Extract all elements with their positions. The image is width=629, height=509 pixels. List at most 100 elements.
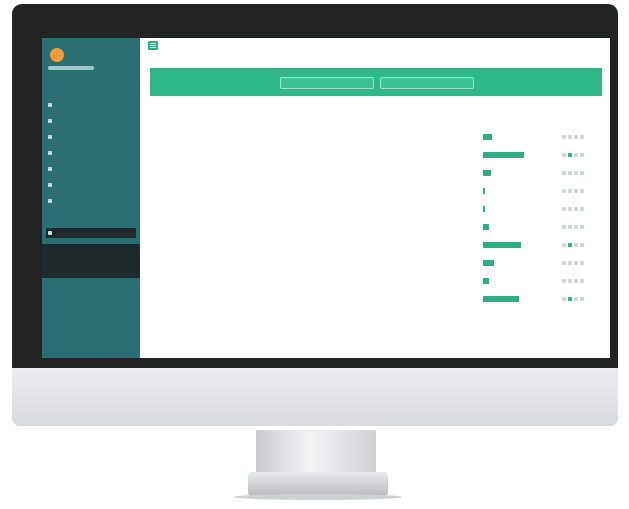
column-header-name[interactable] xyxy=(160,116,326,128)
more-icon[interactable] xyxy=(579,297,584,302)
delete-icon[interactable] xyxy=(573,297,578,302)
cell-progress xyxy=(482,146,545,164)
view-icon[interactable] xyxy=(561,153,566,158)
view-icon[interactable] xyxy=(561,171,566,176)
edit-icon[interactable] xyxy=(567,135,572,140)
edit-icon[interactable] xyxy=(567,297,572,302)
cell-type xyxy=(326,218,394,236)
progress-bar xyxy=(483,188,486,194)
cell-date xyxy=(393,128,482,146)
banner-button-primary[interactable] xyxy=(280,77,374,89)
cell-date xyxy=(393,200,482,218)
delete-icon[interactable] xyxy=(573,189,578,194)
column-header-date[interactable] xyxy=(393,116,482,128)
cell-type xyxy=(326,290,394,308)
delete-icon[interactable] xyxy=(573,279,578,284)
progress-bar xyxy=(483,134,493,140)
table-row[interactable] xyxy=(160,200,600,218)
sidebar-item-6[interactable] xyxy=(46,196,136,206)
cell-type xyxy=(326,272,394,290)
sidebar-item-9[interactable] xyxy=(46,260,136,270)
view-icon[interactable] xyxy=(561,279,566,284)
brand-name xyxy=(48,66,94,70)
sidebar-item-7[interactable] xyxy=(46,228,136,238)
more-icon[interactable] xyxy=(579,225,584,230)
header-banner xyxy=(150,68,602,96)
cell-progress xyxy=(482,290,545,308)
sidebar-item-3[interactable] xyxy=(46,148,136,158)
table-row[interactable] xyxy=(160,218,600,236)
cell-date xyxy=(393,146,482,164)
cell-date xyxy=(393,236,482,254)
view-icon[interactable] xyxy=(561,189,566,194)
more-icon[interactable] xyxy=(579,153,584,158)
more-icon[interactable] xyxy=(579,189,584,194)
user-icon xyxy=(48,167,52,171)
banner-button-secondary[interactable] xyxy=(380,77,474,89)
progress-bar xyxy=(483,242,522,248)
table-row[interactable] xyxy=(160,182,600,200)
edit-icon[interactable] xyxy=(567,207,572,212)
settings-icon xyxy=(48,183,52,187)
progress-bar xyxy=(483,206,486,212)
view-icon[interactable] xyxy=(561,297,566,302)
sidebar-item-4[interactable] xyxy=(46,164,136,174)
table-row[interactable] xyxy=(160,254,600,272)
cell-type xyxy=(326,164,394,182)
edit-icon[interactable] xyxy=(567,171,572,176)
column-header-progress[interactable] xyxy=(482,116,545,128)
edit-icon[interactable] xyxy=(567,225,572,230)
cell-name xyxy=(160,182,326,200)
sidebar-item-5[interactable] xyxy=(46,180,136,190)
more-icon[interactable] xyxy=(579,279,584,284)
cell-progress xyxy=(482,236,545,254)
column-header-type[interactable] xyxy=(326,116,394,128)
table-row[interactable] xyxy=(160,272,600,290)
delete-icon[interactable] xyxy=(573,243,578,248)
cell-type xyxy=(326,128,394,146)
cell-date xyxy=(393,218,482,236)
cell-progress xyxy=(482,182,545,200)
edit-icon[interactable] xyxy=(567,189,572,194)
table-row[interactable] xyxy=(160,128,600,146)
cell-name xyxy=(160,236,326,254)
sidebar-item-2[interactable] xyxy=(46,132,136,142)
edit-icon[interactable] xyxy=(567,279,572,284)
cell-name xyxy=(160,290,326,308)
menu-toggle-button[interactable] xyxy=(148,41,158,50)
view-icon[interactable] xyxy=(561,207,566,212)
more-icon[interactable] xyxy=(579,261,584,266)
sidebar-item-0[interactable] xyxy=(46,100,136,110)
view-icon[interactable] xyxy=(561,135,566,140)
more-icon[interactable] xyxy=(579,171,584,176)
view-icon[interactable] xyxy=(561,261,566,266)
table-row[interactable] xyxy=(160,236,600,254)
more-icon[interactable] xyxy=(579,135,584,140)
more-icon[interactable] xyxy=(579,207,584,212)
cell-progress xyxy=(482,254,545,272)
table-row[interactable] xyxy=(160,164,600,182)
view-icon[interactable] xyxy=(561,243,566,248)
edit-icon[interactable] xyxy=(567,261,572,266)
delete-icon[interactable] xyxy=(573,135,578,140)
projects-table xyxy=(160,116,600,308)
delete-icon[interactable] xyxy=(573,261,578,266)
delete-icon[interactable] xyxy=(573,171,578,176)
avatar[interactable] xyxy=(50,48,64,62)
cell-actions xyxy=(546,272,601,290)
edit-icon[interactable] xyxy=(567,153,572,158)
edit-icon[interactable] xyxy=(567,243,572,248)
sidebar-item-1[interactable] xyxy=(46,116,136,126)
table-row[interactable] xyxy=(160,290,600,308)
table-row[interactable] xyxy=(160,146,600,164)
sidebar-item-8[interactable] xyxy=(46,244,136,254)
delete-icon[interactable] xyxy=(573,225,578,230)
delete-icon[interactable] xyxy=(573,153,578,158)
cell-date xyxy=(393,164,482,182)
more-icon[interactable] xyxy=(579,243,584,248)
calendar-icon xyxy=(48,135,52,139)
view-icon[interactable] xyxy=(561,225,566,230)
cell-progress xyxy=(482,272,545,290)
delete-icon[interactable] xyxy=(573,207,578,212)
progress-bar xyxy=(483,170,492,176)
